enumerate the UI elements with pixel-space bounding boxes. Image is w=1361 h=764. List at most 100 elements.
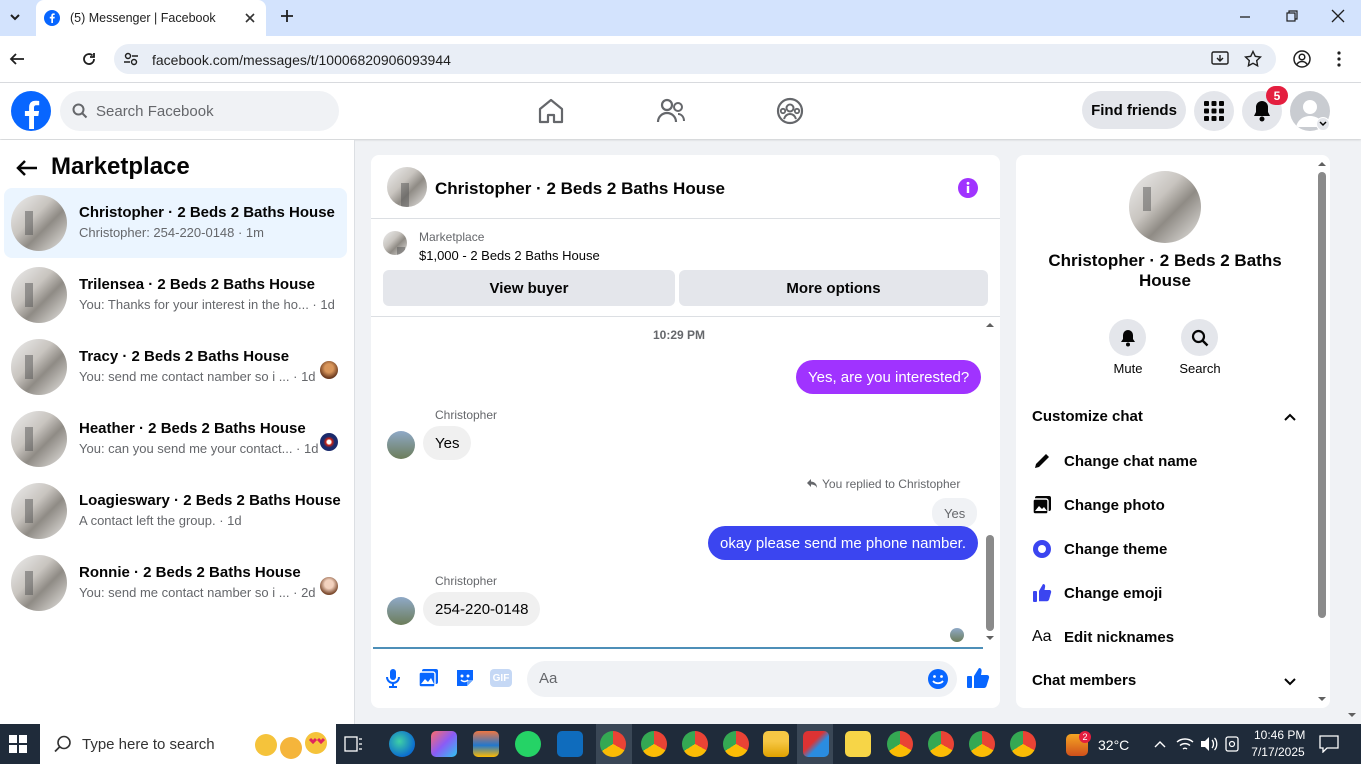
chevron-down-icon[interactable] [1283, 675, 1297, 689]
account-chevron-icon[interactable] [1316, 117, 1330, 131]
sender-avatar[interactable] [387, 597, 415, 625]
sticky-notes-icon[interactable] [845, 731, 871, 757]
minimize-icon[interactable] [1236, 8, 1254, 26]
scroll-down-icon[interactable] [985, 633, 995, 643]
notification-center-icon[interactable] [1319, 735, 1339, 753]
outlook-icon[interactable] [557, 731, 583, 757]
menu-grid-button[interactable] [1194, 91, 1234, 131]
chat-avatar[interactable] [387, 167, 427, 207]
profile-icon[interactable] [1293, 50, 1311, 68]
chat-scrollbar[interactable] [986, 535, 994, 631]
change-emoji-option[interactable]: Change emoji [1032, 578, 1162, 608]
home-icon[interactable] [537, 97, 565, 125]
clock-date[interactable]: 7/17/2025 [1250, 745, 1306, 759]
conversation-item[interactable]: Loagieswary · 2 Beds 2 Baths House A con… [4, 476, 347, 546]
copilot-icon[interactable] [431, 731, 457, 757]
scroll-up-icon[interactable] [985, 320, 995, 330]
search-highlight-emoji-icon[interactable] [254, 731, 334, 761]
divider [371, 316, 1000, 317]
whatsapp-icon[interactable] [515, 731, 541, 757]
view-buyer-button[interactable]: View buyer [383, 270, 675, 306]
listing-thumbnail[interactable] [383, 231, 407, 255]
quoted-message[interactable]: Yes [932, 498, 978, 528]
change-chat-name-option[interactable]: Change chat name [1032, 446, 1197, 476]
search-chat-button[interactable] [1181, 319, 1218, 356]
conversation-item[interactable]: Tracy · 2 Beds 2 Baths House You: send m… [4, 332, 347, 402]
listing-title[interactable]: $1,000 - 2 Beds 2 Baths House [419, 248, 600, 263]
snipping-tool-icon[interactable] [803, 731, 829, 757]
chevron-up-icon[interactable] [1283, 410, 1297, 424]
conversation-item[interactable]: Christopher · 2 Beds 2 Baths House Chris… [4, 188, 347, 258]
browser-tab[interactable]: (5) Messenger | Facebook [36, 0, 266, 36]
windows-start-icon[interactable] [9, 735, 27, 753]
details-scroll-down-icon[interactable] [1317, 694, 1327, 704]
more-options-button[interactable]: More options [679, 270, 988, 306]
mute-button[interactable] [1109, 319, 1146, 356]
thumbs-up-icon[interactable] [966, 666, 990, 690]
close-window-icon[interactable] [1329, 7, 1347, 25]
url-text[interactable]: facebook.com/messages/t/1000682090609394… [152, 52, 451, 68]
outgoing-message[interactable]: okay please send me phone namber. [708, 526, 978, 560]
chrome-icon[interactable] [969, 731, 995, 757]
browser-menu-icon[interactable] [1331, 50, 1349, 68]
wifi-icon[interactable] [1176, 736, 1194, 752]
edit-nicknames-option[interactable]: Aa Edit nicknames [1032, 622, 1174, 652]
chrome-icon[interactable] [887, 731, 913, 757]
clock-time[interactable]: 10:46 PM [1254, 728, 1305, 742]
chrome-icon[interactable] [723, 731, 749, 757]
language-icon[interactable] [1224, 736, 1240, 752]
change-photo-option[interactable]: Change photo [1032, 490, 1165, 520]
chat-members-header[interactable]: Chat members [1032, 672, 1136, 689]
temperature[interactable]: 32°C [1098, 737, 1129, 753]
facebook-search[interactable]: Search Facebook [60, 91, 339, 131]
conversation-item[interactable]: Heather · 2 Beds 2 Baths House You: can … [4, 404, 347, 474]
new-tab-icon[interactable] [278, 7, 296, 25]
find-friends-button[interactable]: Find friends [1082, 91, 1186, 129]
chrome-icon[interactable] [1010, 731, 1036, 757]
outgoing-message[interactable]: Yes, are you interested? [796, 360, 982, 394]
friends-icon[interactable] [656, 97, 686, 125]
groups-icon[interactable] [776, 97, 804, 125]
emoji-icon[interactable] [927, 668, 949, 690]
conversation-item[interactable]: Ronnie · 2 Beds 2 Baths House You: send … [4, 548, 347, 618]
details-scroll-up-icon[interactable] [1317, 159, 1327, 169]
chrome-icon[interactable] [600, 731, 626, 757]
volume-icon[interactable] [1200, 736, 1218, 752]
reload-icon[interactable] [80, 50, 98, 68]
message-input[interactable] [527, 661, 957, 697]
chrome-icon[interactable] [928, 731, 954, 757]
close-tab-icon[interactable] [244, 12, 256, 24]
conversation-item[interactable]: Trilensea · 2 Beds 2 Baths House You: Th… [4, 260, 347, 330]
task-view-icon[interactable] [344, 735, 364, 753]
edge-icon[interactable] [389, 731, 415, 757]
microphone-icon[interactable] [383, 667, 403, 689]
incoming-message[interactable]: Yes [423, 426, 472, 460]
page-scroll-down-icon[interactable] [1347, 710, 1357, 720]
bookmark-star-icon[interactable] [1244, 50, 1262, 68]
install-app-icon[interactable] [1211, 50, 1229, 68]
incoming-message[interactable]: 254-220-0148 [423, 592, 541, 626]
gif-button[interactable]: GIF [490, 669, 512, 687]
composer-divider [373, 647, 983, 649]
chrome-icon[interactable] [641, 731, 667, 757]
conversation-name: Tracy · 2 Beds 2 Baths House [79, 348, 290, 365]
store-icon[interactable] [473, 731, 499, 757]
site-info-icon[interactable] [123, 51, 139, 67]
details-scrollbar[interactable] [1318, 172, 1326, 618]
sender-avatar[interactable] [387, 431, 415, 459]
customize-chat-header[interactable]: Customize chat [1032, 408, 1143, 425]
file-explorer-icon[interactable] [763, 731, 789, 757]
change-theme-option[interactable]: Change theme [1032, 534, 1167, 564]
facebook-logo-icon[interactable] [10, 90, 52, 132]
tab-list-chevron-icon[interactable] [6, 8, 24, 26]
back-icon[interactable] [8, 50, 26, 68]
chrome-icon[interactable] [682, 731, 708, 757]
chat-title[interactable]: Christopher · 2 Beds 2 Baths House [435, 179, 725, 199]
details-avatar[interactable] [1129, 171, 1201, 243]
sticker-icon[interactable] [454, 667, 476, 689]
back-arrow-icon[interactable] [15, 158, 39, 178]
photo-icon[interactable] [418, 667, 440, 689]
tray-chevron-icon[interactable] [1153, 738, 1167, 750]
info-icon[interactable] [957, 177, 979, 199]
restore-icon[interactable] [1283, 7, 1301, 25]
